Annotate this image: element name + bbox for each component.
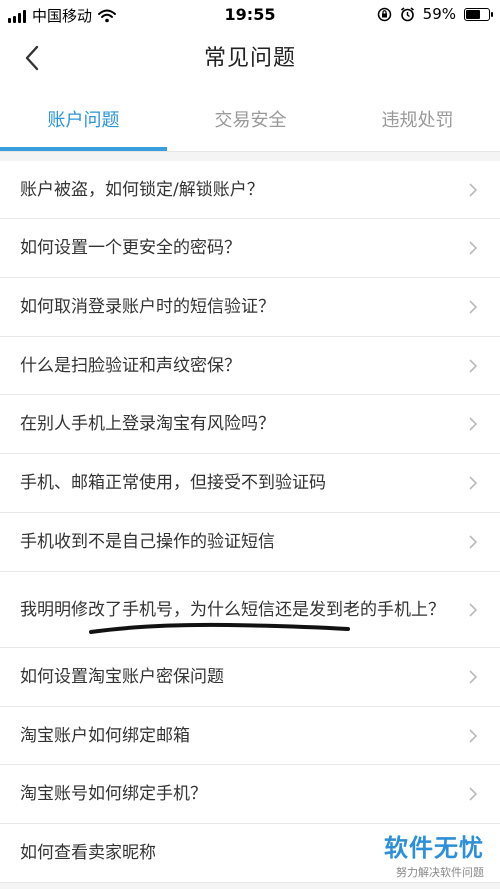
chevron-right-icon xyxy=(469,300,478,314)
chevron-right-icon xyxy=(469,670,478,684)
faq-item-label: 账户被盗，如何锁定/解锁账户？ xyxy=(20,179,264,200)
faq-item-label: 如何设置淘宝账户密保问题 xyxy=(20,667,224,687)
tab-violation-penalties[interactable]: 违规处罚 xyxy=(334,90,500,152)
chevron-right-icon xyxy=(469,728,478,743)
active-tab-indicator xyxy=(0,147,167,151)
faq-item-label: 如何查看卖家昵称 xyxy=(20,843,156,863)
watermark: 软件无忧 努力解决软件问题 xyxy=(384,828,484,880)
faq-item[interactable]: 淘宝账户如何绑定邮箱 xyxy=(0,707,500,765)
faq-item-label: 淘宝账户如何绑定邮箱 xyxy=(20,725,190,746)
faq-item[interactable]: 淘宝账号如何绑定手机？ xyxy=(0,765,500,824)
faq-item[interactable]: 在别人手机上登录淘宝有风险吗？ xyxy=(0,395,500,454)
faq-item[interactable]: 账户被盗，如何锁定/解锁账户？ xyxy=(0,161,500,219)
faq-item-label: 在别人手机上登录淘宝有风险吗？ xyxy=(20,414,275,434)
faq-item-label: 手机收到不是自己操作的验证短信 xyxy=(20,532,275,552)
rotation-lock-icon xyxy=(377,7,391,21)
faq-item[interactable]: 手机、邮箱正常使用，但接受不到验证码 xyxy=(0,454,500,513)
faq-item-label: 如何设置一个更安全的密码？ xyxy=(20,238,241,258)
chevron-right-icon xyxy=(469,602,478,617)
faq-item-label: 手机、邮箱正常使用，但接受不到验证码 xyxy=(20,473,326,493)
faq-item[interactable]: 如何设置一个更安全的密码？ xyxy=(0,219,500,278)
chevron-right-icon xyxy=(469,417,478,431)
status-right: 59% xyxy=(377,5,493,23)
page-title: 常见问题 xyxy=(203,46,296,71)
nav-bar: 常见问题 xyxy=(0,30,500,90)
tab-bar: 账户问题 交易安全 违规处罚 xyxy=(0,90,500,152)
battery-fill xyxy=(466,9,481,19)
chevron-right-icon xyxy=(469,535,478,549)
faq-item[interactable]: 如何取消登录账户时的短信验证？ xyxy=(0,278,500,337)
chevron-right-icon xyxy=(469,476,478,490)
watermark-tagline: 努力解决软件问题 xyxy=(396,866,484,879)
chevron-right-icon xyxy=(469,787,478,801)
faq-list: 账户被盗，如何锁定/解锁账户？ 如何设置一个更安全的密码？ 如何取消登录账户时的… xyxy=(0,161,500,883)
faq-item[interactable]: 手机收到不是自己操作的验证短信 xyxy=(0,513,500,572)
watermark-logo: 软件无忧 xyxy=(384,834,484,862)
faq-item[interactable]: 什么是扫脸验证和声纹密保？ xyxy=(0,337,500,395)
tab-transaction-security[interactable]: 交易安全 xyxy=(167,90,334,152)
chevron-right-icon xyxy=(469,358,478,373)
faq-item-label: 如何取消登录账户时的短信验证？ xyxy=(20,297,275,317)
faq-item-label: 什么是扫脸验证和声纹密保？ xyxy=(20,355,241,376)
status-bar: 中国移动 19:55 59% xyxy=(0,0,500,30)
faq-item[interactable]: 如何设置淘宝账户密保问题 xyxy=(0,648,500,707)
tab-account-issues[interactable]: 账户问题 xyxy=(0,90,167,152)
faq-item-label: 淘宝账号如何绑定手机？ xyxy=(20,784,207,804)
chevron-right-icon xyxy=(469,241,478,255)
chevron-right-icon xyxy=(469,182,478,197)
alarm-icon xyxy=(400,6,414,21)
battery-icon xyxy=(464,7,493,21)
scribble-mark xyxy=(89,622,350,634)
battery-percent: 59% xyxy=(422,5,456,23)
faq-item-label: 我明明修改了手机号，为什么短信还是发到老的手机上？ xyxy=(20,599,445,620)
